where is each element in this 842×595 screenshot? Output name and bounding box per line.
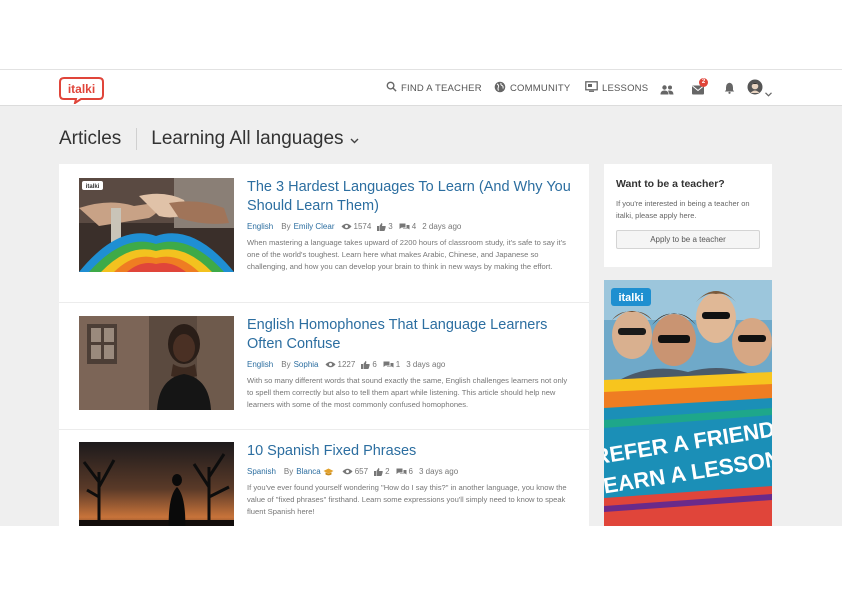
teacher-badge-icon bbox=[323, 468, 336, 476]
article-thumbnail[interactable]: italki bbox=[79, 178, 234, 272]
article-language[interactable]: English bbox=[247, 360, 273, 369]
teacher-signup-card: Want to be a teacher? If you're interest… bbox=[604, 164, 772, 267]
bottom-whitespace bbox=[0, 526, 842, 595]
article-meta: English By Emily Clear 1574 3 4 2 days a… bbox=[247, 222, 572, 231]
by-label: By bbox=[281, 360, 291, 369]
article-title[interactable]: English Homophones That Language Learner… bbox=[247, 316, 572, 354]
article-thumbnail[interactable] bbox=[79, 316, 234, 410]
list-item: English Homophones That Language Learner… bbox=[59, 303, 589, 430]
messages-badge: 2 bbox=[699, 78, 708, 87]
views-stat: 1227 bbox=[325, 360, 356, 369]
nav-find-teacher-label: FIND A TEACHER bbox=[401, 82, 482, 94]
eye-icon bbox=[342, 468, 353, 475]
article-author[interactable]: Emily Clear bbox=[294, 222, 335, 231]
apply-teacher-button[interactable]: Apply to be a teacher bbox=[616, 230, 760, 249]
comments-icon bbox=[396, 468, 407, 474]
article-thumbnail[interactable] bbox=[79, 442, 234, 526]
comments-count: 4 bbox=[411, 222, 417, 231]
nav-lessons[interactable]: LESSONS bbox=[585, 81, 648, 95]
chevron-down-icon[interactable] bbox=[765, 84, 772, 102]
comments-stat: 4 bbox=[399, 222, 416, 231]
navbar: italki FIND A TEACHER COMMUNITY LESSONS … bbox=[0, 69, 842, 106]
header-divider bbox=[136, 128, 138, 150]
article-time: 3 days ago bbox=[419, 467, 459, 476]
article-body: The 3 Hardest Languages To Learn (And Wh… bbox=[247, 178, 572, 273]
mail-icon[interactable]: 2 bbox=[692, 78, 708, 100]
likes-count: 6 bbox=[372, 360, 377, 369]
comments-icon bbox=[383, 361, 394, 367]
views-count: 1227 bbox=[337, 360, 356, 369]
article-body: 10 Spanish Fixed Phrases Spanish By Blan… bbox=[247, 442, 572, 518]
chevron-down-icon bbox=[350, 128, 359, 150]
language-filter-dropdown[interactable]: Learning All languages bbox=[151, 128, 359, 150]
main-content: Articles Learning All languages italki T… bbox=[0, 106, 842, 526]
avatar[interactable] bbox=[747, 79, 763, 100]
article-meta: Spanish By Blanca 657 2 6 3 days ago bbox=[247, 467, 572, 476]
article-author[interactable]: Sophia bbox=[294, 360, 319, 369]
list-item: 10 Spanish Fixed Phrases Spanish By Blan… bbox=[59, 430, 589, 526]
article-title[interactable]: 10 Spanish Fixed Phrases bbox=[247, 442, 572, 461]
logo-text: italki bbox=[68, 82, 95, 96]
article-excerpt: With so many different words that sound … bbox=[247, 376, 568, 409]
comments-stat: 6 bbox=[396, 467, 413, 476]
by-label: By bbox=[281, 222, 291, 231]
thumbs-up-icon bbox=[361, 360, 371, 369]
article-excerpt: If you've ever found yourself wondering … bbox=[247, 483, 567, 516]
thumbnail-logo-tag: italki bbox=[86, 184, 100, 190]
article-title[interactable]: The 3 Hardest Languages To Learn (And Wh… bbox=[247, 178, 572, 216]
likes-stat: 2 bbox=[374, 467, 390, 476]
likes-count: 3 bbox=[388, 222, 393, 231]
thumbs-up-icon bbox=[377, 222, 387, 231]
top-whitespace bbox=[0, 0, 842, 70]
nav-community[interactable]: COMMUNITY bbox=[494, 81, 570, 96]
search-icon bbox=[386, 81, 397, 95]
teacher-card-title: Want to be a teacher? bbox=[616, 178, 725, 190]
likes-stat: 6 bbox=[361, 360, 377, 369]
bell-icon[interactable] bbox=[724, 81, 735, 99]
people-icon[interactable] bbox=[660, 82, 674, 100]
article-author[interactable]: Blanca bbox=[296, 467, 320, 476]
views-stat: 657 bbox=[342, 467, 368, 476]
article-language[interactable]: Spanish bbox=[247, 467, 276, 476]
eye-icon bbox=[341, 223, 351, 230]
nav-community-label: COMMUNITY bbox=[510, 83, 571, 94]
views-count: 657 bbox=[354, 467, 369, 476]
refer-friend-banner[interactable]: italki REFER A FRIEND, EARN A LESSON bbox=[604, 280, 772, 526]
comments-stat: 1 bbox=[383, 360, 400, 369]
eye-icon bbox=[325, 361, 336, 368]
thumbs-up-icon bbox=[374, 467, 383, 476]
likes-count: 2 bbox=[385, 467, 390, 476]
article-list: italki The 3 Hardest Languages To Learn … bbox=[59, 164, 589, 526]
page-header: Articles Learning All languages bbox=[59, 128, 359, 150]
likes-stat: 3 bbox=[377, 222, 393, 231]
list-item: italki The 3 Hardest Languages To Learn … bbox=[59, 164, 589, 303]
comments-count: 1 bbox=[395, 360, 401, 369]
nav-find-teacher[interactable]: FIND A TEACHER bbox=[386, 81, 482, 95]
page-title: Articles bbox=[59, 128, 122, 149]
italki-logo[interactable]: italki bbox=[59, 76, 104, 106]
ad-logo: italki bbox=[618, 292, 643, 304]
article-language[interactable]: English bbox=[247, 222, 273, 231]
article-time: 3 days ago bbox=[406, 360, 446, 369]
by-label: By bbox=[283, 467, 294, 476]
lessons-icon bbox=[585, 81, 598, 95]
views-count: 1574 bbox=[353, 222, 372, 231]
article-body: English Homophones That Language Learner… bbox=[247, 316, 572, 411]
nav-lessons-label: LESSONS bbox=[602, 82, 649, 94]
views-stat: 1574 bbox=[341, 222, 372, 231]
language-filter-label: Learning All languages bbox=[151, 128, 344, 149]
article-meta: English By Sophia 1227 6 1 3 days ago bbox=[247, 360, 572, 369]
comments-count: 6 bbox=[408, 467, 413, 476]
article-time: 2 days ago bbox=[422, 222, 462, 231]
comments-icon bbox=[399, 223, 410, 229]
teacher-card-text: If you're interested in being a teacher … bbox=[616, 199, 750, 220]
article-excerpt: When mastering a language takes upward o… bbox=[247, 238, 566, 271]
globe-icon bbox=[494, 81, 506, 96]
